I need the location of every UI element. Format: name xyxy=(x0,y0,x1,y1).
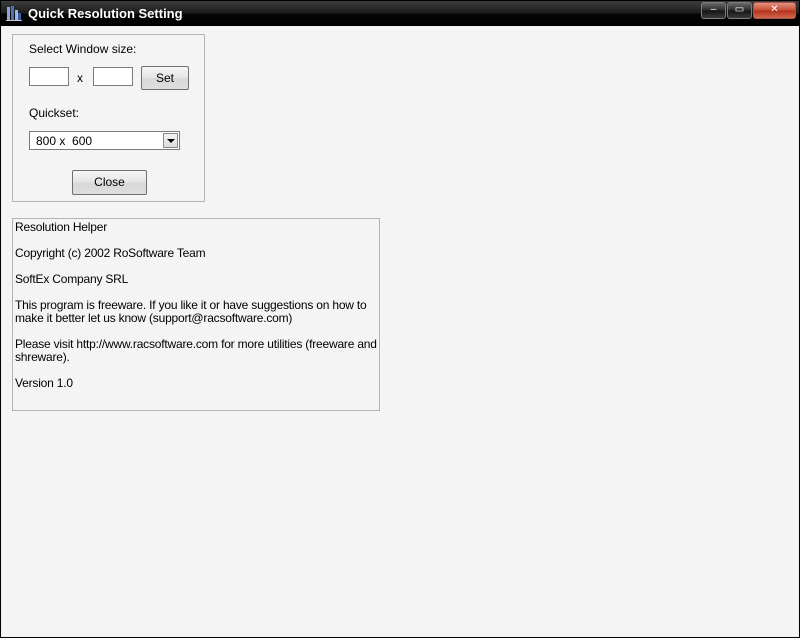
close-button[interactable]: Close xyxy=(72,170,147,195)
info-freeware-note: This program is freeware. If you like it… xyxy=(15,298,367,325)
info-company: SoftEx Company SRL xyxy=(15,272,129,286)
settings-panel: Select Window size: x Set Quickset: 800 … xyxy=(12,34,205,202)
chevron-down-icon xyxy=(167,139,175,143)
quickset-selected-value: 800 x 600 xyxy=(36,134,93,148)
info-copyright: Copyright (c) 2002 RoSoftware Team xyxy=(15,246,206,260)
window-close-button[interactable]: ✕ xyxy=(753,2,796,19)
maximize-button[interactable]: ▭ xyxy=(727,2,752,19)
title-bar[interactable]: Quick Resolution Setting ‒ ▭ ✕ xyxy=(1,1,799,26)
client-area: Select Window size: x Set Quickset: 800 … xyxy=(2,26,798,636)
info-panel: Resolution Helper Copyright (c) 2002 RoS… xyxy=(12,218,380,411)
width-input[interactable] xyxy=(29,67,69,86)
times-label: x xyxy=(77,71,83,85)
app-icon xyxy=(6,6,22,21)
info-version: Version 1.0 xyxy=(15,376,73,390)
info-app-name: Resolution Helper xyxy=(15,220,107,234)
quickset-dropdown[interactable]: 800 x 600 xyxy=(29,131,180,150)
info-website-note: Please visit http://www.racsoftware.com … xyxy=(15,337,377,364)
dropdown-arrow-button[interactable] xyxy=(163,133,178,148)
quickset-label: Quickset: xyxy=(29,106,80,120)
window-size-label: Select Window size: xyxy=(29,42,137,56)
set-button[interactable]: Set xyxy=(141,66,189,90)
minimize-button[interactable]: ‒ xyxy=(701,2,726,19)
height-input[interactable] xyxy=(93,67,133,86)
window-title: Quick Resolution Setting xyxy=(28,6,183,21)
app-window: Quick Resolution Setting ‒ ▭ ✕ Select Wi… xyxy=(0,0,800,638)
